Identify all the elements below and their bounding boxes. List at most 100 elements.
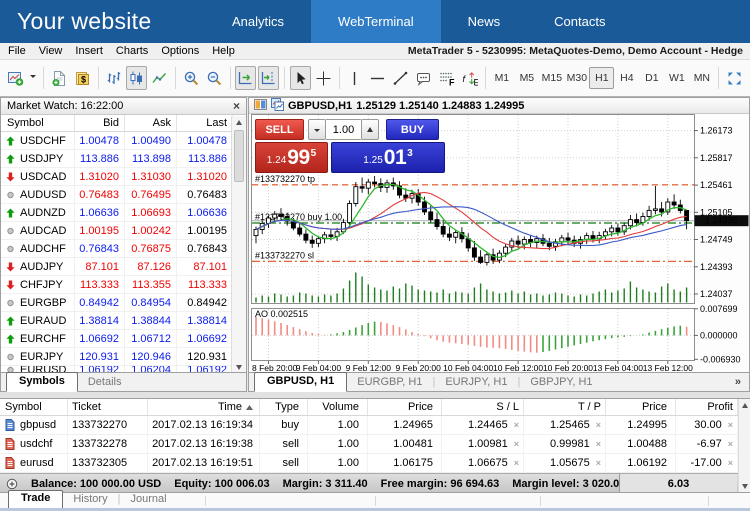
chart-shift-icon[interactable] [258, 66, 280, 90]
zoom-in-icon[interactable] [181, 66, 202, 90]
column-profit[interactable]: Profit [676, 399, 738, 415]
trend-line-icon[interactable] [390, 66, 411, 90]
scrollbar-thumb[interactable] [234, 130, 244, 182]
column-type[interactable]: Type [260, 399, 308, 415]
site-logo[interactable]: Your website [0, 0, 205, 43]
more-tabs-icon[interactable]: » [735, 376, 741, 391]
trade-scrollbar[interactable] [738, 399, 750, 493]
scroll-up-icon[interactable] [232, 116, 246, 129]
scroll-up-icon[interactable] [739, 399, 750, 412]
chevron-down-icon[interactable] [28, 66, 38, 90]
chart-tab-2[interactable]: EURJPY, H1 [435, 374, 517, 391]
market-watch-row[interactable]: CHFJPY 113.333 113.355 113.333 [1, 276, 246, 294]
market-watch-row[interactable]: AUDCAD 1.00195 1.00242 1.00195 [1, 222, 246, 240]
tab-trade[interactable]: Trade [8, 490, 64, 509]
column-price-current[interactable]: Price [606, 399, 676, 415]
vertical-line-icon[interactable] [344, 66, 365, 90]
zoom-out-icon[interactable] [204, 66, 225, 90]
timeframe-h4[interactable]: H4 [614, 67, 639, 89]
market-watch-row[interactable]: EURJPY 120.931 120.946 120.931 [1, 348, 246, 366]
chart-area[interactable]: 1.26173 1.25817 1.25461 1.25105 1.24749 1.243… [249, 114, 749, 373]
market-watch-row[interactable]: USDJPY 113.886 113.898 113.886 [1, 150, 246, 168]
market-watch-scrollbar[interactable] [231, 116, 246, 374]
column-ask[interactable]: Ask [125, 115, 177, 131]
cursor-icon[interactable] [289, 66, 311, 90]
column-sl[interactable]: S / L [442, 399, 524, 415]
market-watch-row[interactable]: EURAUD 1.38814 1.38844 1.38814 [1, 312, 246, 330]
text-label-icon[interactable] [413, 66, 434, 90]
market-watch-row[interactable]: EURCHF 1.06692 1.06712 1.06692 [1, 330, 246, 348]
indicators-icon[interactable]: fE [459, 66, 480, 90]
position-row[interactable]: eurusd 133732305 2017.02.13 16:19:51 sel… [0, 454, 750, 473]
column-price-open[interactable]: Price [368, 399, 442, 415]
tab-history[interactable]: History [63, 492, 117, 508]
new-order-icon[interactable] [49, 66, 70, 90]
fibonacci-icon[interactable]: F [436, 66, 457, 90]
chart-window-icon[interactable] [271, 97, 284, 114]
remove-sl-icon[interactable]: × [514, 458, 519, 468]
close-position-icon[interactable]: × [728, 439, 733, 449]
market-watch-row[interactable]: AUDUSD 0.76483 0.76495 0.76483 [1, 186, 246, 204]
column-bid[interactable]: Bid [75, 115, 125, 131]
market-depth-icon[interactable] [254, 98, 267, 114]
site-tab-webterminal[interactable]: WebTerminal [311, 0, 441, 43]
close-icon[interactable]: × [233, 100, 240, 112]
market-watch-row[interactable]: USDCHF 1.00478 1.00490 1.00478 [1, 132, 246, 150]
chart-tab-3[interactable]: GBPJPY, H1 [520, 374, 602, 391]
candle-chart-icon[interactable] [126, 66, 148, 90]
market-watch-row[interactable]: USDCAD 1.31020 1.31030 1.31020 [1, 168, 246, 186]
chart-tab-0[interactable]: GBPUSD, H1 [254, 372, 348, 392]
close-position-icon[interactable]: × [728, 458, 733, 468]
timeframe-m15[interactable]: M15 [539, 67, 564, 89]
timeframe-mn[interactable]: MN [689, 67, 714, 89]
auto-scroll-icon[interactable] [235, 66, 257, 90]
remove-tp-icon[interactable]: × [596, 420, 601, 430]
site-tab-analytics[interactable]: Analytics [205, 0, 311, 43]
column-last[interactable]: Last [177, 115, 233, 131]
tab-symbols[interactable]: Symbols [6, 372, 78, 392]
timeframe-h1[interactable]: H1 [589, 67, 615, 89]
menu-view[interactable]: View [39, 45, 63, 57]
horizontal-line-icon[interactable] [367, 66, 388, 90]
expand-icon[interactable] [6, 478, 18, 490]
tab-details[interactable]: Details [78, 374, 132, 391]
market-watch-row[interactable]: AUDNZD 1.06636 1.06693 1.06636 [1, 204, 246, 222]
menu-insert[interactable]: Insert [75, 45, 103, 57]
market-watch-row[interactable]: AUDJPY 87.101 87.126 87.101 [1, 258, 246, 276]
column-volume[interactable]: Volume [308, 399, 368, 415]
menu-file[interactable]: File [8, 45, 26, 57]
column-time[interactable]: Time [148, 399, 260, 415]
menu-charts[interactable]: Charts [116, 45, 148, 57]
timeframe-d1[interactable]: D1 [639, 67, 664, 89]
position-row[interactable]: usdchf 133732278 2017.02.13 16:19:38 sel… [0, 435, 750, 454]
column-tp[interactable]: T / P [524, 399, 606, 415]
column-ticket[interactable]: Ticket [68, 399, 148, 415]
menu-help[interactable]: Help [212, 45, 235, 57]
site-tab-news[interactable]: News [441, 0, 528, 43]
crosshair-icon[interactable] [313, 66, 334, 90]
position-row[interactable]: gbpusd 133732270 2017.02.13 16:19:34 buy… [0, 416, 750, 435]
sell-button[interactable]: SELL [255, 119, 304, 140]
timeframe-w1[interactable]: W1 [664, 67, 689, 89]
close-position-icon[interactable]: × [728, 420, 733, 430]
tab-journal[interactable]: Journal [120, 492, 176, 508]
market-watch-row[interactable]: AUDCHF 0.76843 0.76875 0.76843 [1, 240, 246, 258]
volume-increase-button[interactable] [361, 119, 379, 140]
line-chart-icon[interactable] [149, 66, 170, 90]
fullscreen-icon[interactable] [724, 66, 745, 90]
new-chart-icon[interactable] [5, 66, 26, 90]
chart-tab-1[interactable]: EURGBP, H1 [347, 374, 432, 391]
timeframe-m1[interactable]: M1 [489, 67, 514, 89]
volume-decrease-button[interactable] [308, 119, 326, 140]
timeframe-m30[interactable]: M30 [564, 67, 589, 89]
sell-price-quote[interactable]: 1.24 99 5 [255, 142, 328, 173]
site-tab-contacts[interactable]: Contacts [527, 0, 632, 43]
column-symbol[interactable]: Symbol [1, 115, 75, 131]
buy-price-quote[interactable]: 1.25 01 3 [331, 142, 445, 173]
remove-sl-icon[interactable]: × [514, 420, 519, 430]
timeframe-m5[interactable]: M5 [514, 67, 539, 89]
market-watch-row[interactable]: EURGBP 0.84942 0.84954 0.84942 [1, 294, 246, 312]
buy-button[interactable]: BUY [386, 119, 439, 140]
menu-options[interactable]: Options [161, 45, 199, 57]
bar-chart-icon[interactable] [103, 66, 124, 90]
